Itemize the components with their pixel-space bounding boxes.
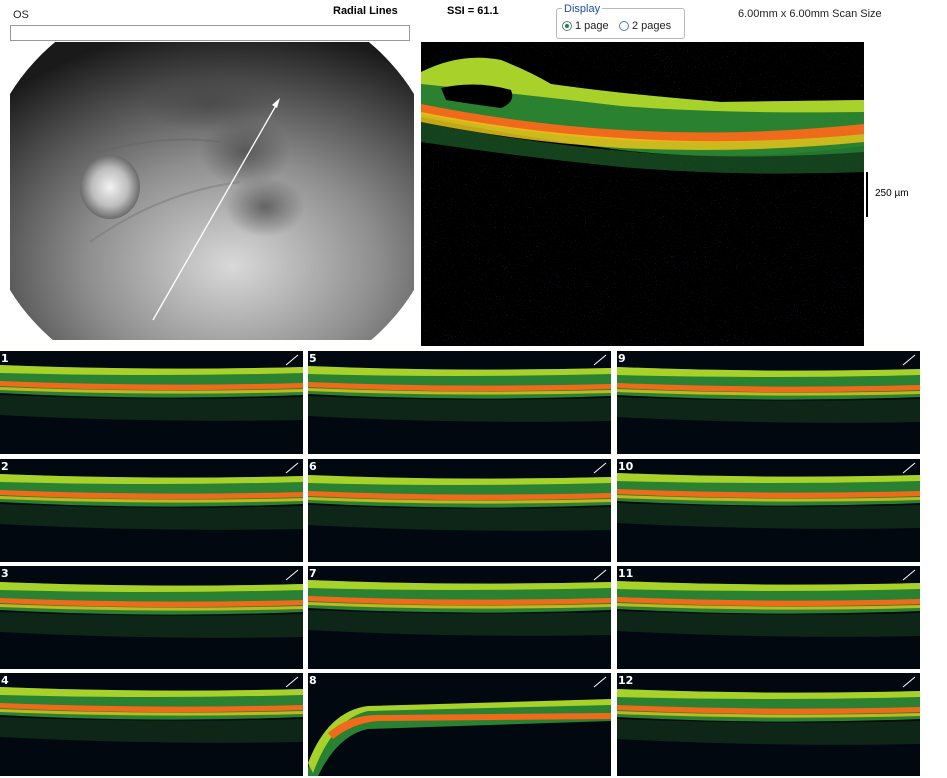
display-group: Display 1 page 2 pages xyxy=(556,3,685,39)
oct-thumbnail-10[interactable]: 10 xyxy=(617,459,920,562)
thumbnail-number: 7 xyxy=(309,567,317,580)
ssi-label: SSI = 61.1 xyxy=(447,5,499,17)
radio-unselected-icon xyxy=(619,21,629,31)
fundus-caption-bar xyxy=(10,25,410,41)
thumbnail-number: 1 xyxy=(1,352,9,365)
scan-size-label: 6.00mm x 6.00mm Scan Size xyxy=(738,8,882,20)
thumbnail-number: 9 xyxy=(618,352,626,365)
thumbnail-number: 6 xyxy=(309,460,317,473)
oct-thumbnail-5[interactable]: 5 xyxy=(308,351,611,454)
radio-2-pages[interactable]: 2 pages xyxy=(619,20,671,32)
oct-thumbnail-1[interactable]: 1 xyxy=(0,351,303,454)
oct-thumbnail-2[interactable]: 2 xyxy=(0,459,303,562)
oct-thumbnail-4[interactable]: 4 xyxy=(0,673,303,776)
oct-main-scan[interactable] xyxy=(421,42,864,346)
thumbnail-number: 2 xyxy=(1,460,9,473)
thumbnail-number: 8 xyxy=(309,674,317,687)
thumbnail-number: 3 xyxy=(1,567,9,580)
radio-selected-icon xyxy=(562,21,572,31)
thumbnail-number: 12 xyxy=(618,674,634,687)
fundus-image[interactable] xyxy=(10,42,414,340)
eye-label: OS xyxy=(13,9,29,21)
scale-bar xyxy=(866,172,868,217)
oct-thumbnail-8[interactable]: 8 xyxy=(308,673,611,776)
thumbnail-number: 10 xyxy=(618,460,634,473)
radio-1-page[interactable]: 1 page xyxy=(562,20,609,32)
scan-type-label: Radial Lines xyxy=(333,5,398,17)
oct-thumbnail-11[interactable]: 11 xyxy=(617,566,920,669)
oct-thumbnail-3[interactable]: 3 xyxy=(0,566,303,669)
radio-1-page-label: 1 page xyxy=(575,20,609,32)
radio-2-pages-label: 2 pages xyxy=(632,20,672,32)
thumbnail-number: 4 xyxy=(1,674,9,687)
oct-thumbnail-6[interactable]: 6 xyxy=(308,459,611,562)
oct-thumbnail-7[interactable]: 7 xyxy=(308,566,611,669)
display-legend: Display xyxy=(562,3,603,15)
oct-thumbnail-12[interactable]: 12 xyxy=(617,673,920,776)
oct-thumbnail-9[interactable]: 9 xyxy=(617,351,920,454)
thumbnail-number: 5 xyxy=(309,352,317,365)
thumbnail-number: 11 xyxy=(618,567,634,580)
scale-bar-label: 250 µm xyxy=(875,188,909,199)
